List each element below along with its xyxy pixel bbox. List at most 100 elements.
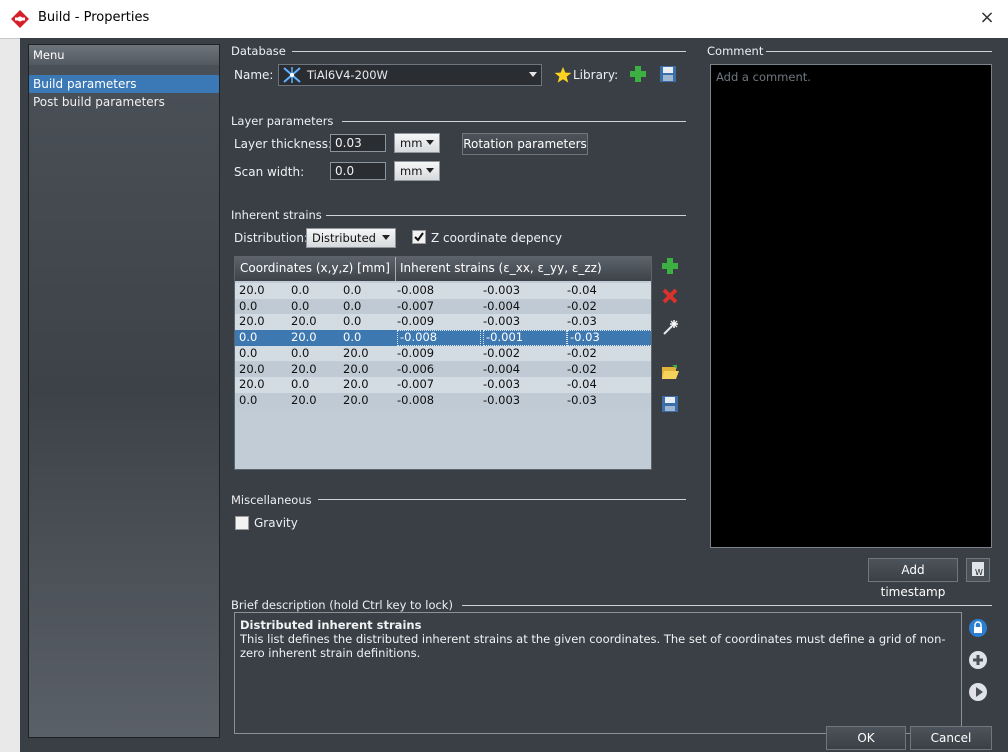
- inherent-strains-table[interactable]: Coordinates (x,y,z) [mm] Inherent strain…: [234, 256, 652, 470]
- cancel-button[interactable]: Cancel: [910, 726, 992, 750]
- strain-cell[interactable]: -0.02: [567, 362, 649, 377]
- ok-button[interactable]: OK: [826, 726, 906, 750]
- coordinate-cell[interactable]: 20.0: [291, 330, 317, 345]
- add-row-button[interactable]: [660, 256, 680, 276]
- rotation-parameters-button[interactable]: Rotation parameters: [462, 133, 588, 155]
- strain-cell[interactable]: -0.03: [567, 393, 649, 408]
- menu-item-build-parameters[interactable]: Build parameters: [29, 75, 219, 93]
- database-divider: [292, 51, 686, 52]
- strain-cell[interactable]: -0.008: [397, 283, 477, 298]
- window-edge: [0, 38, 20, 752]
- coordinate-cell[interactable]: 0.0: [239, 299, 257, 314]
- table-row[interactable]: 20.0 0.0 0.0 -0.008 -0.003 -0.04: [235, 283, 651, 299]
- lock-description-icon[interactable]: [968, 618, 988, 638]
- coordinate-cell[interactable]: 0.0: [291, 283, 309, 298]
- coordinate-cell[interactable]: 0.0: [239, 330, 257, 345]
- coordinate-cell[interactable]: 0.0: [343, 299, 361, 314]
- plus-circle-icon[interactable]: [968, 650, 988, 670]
- coordinate-cell[interactable]: 0.0: [343, 330, 361, 345]
- menu-item-post-build-parameters[interactable]: Post build parameters: [29, 93, 219, 111]
- coordinate-cell[interactable]: 20.0: [239, 377, 265, 392]
- strain-cell[interactable]: -0.003: [483, 393, 563, 408]
- coordinate-cell[interactable]: 20.0: [343, 346, 369, 361]
- coordinate-cell[interactable]: 20.0: [239, 314, 265, 329]
- table-row[interactable]: 20.0 20.0 0.0 -0.009 -0.003 -0.03: [235, 314, 651, 331]
- strain-cell[interactable]: -0.008: [397, 330, 481, 347]
- scan-width-unit: mm: [400, 164, 423, 178]
- checkmark-icon: [414, 232, 424, 242]
- scan-width-label: Scan width:: [234, 165, 305, 179]
- title-bar: Build - Properties ×: [0, 0, 1008, 39]
- windows-user-icon[interactable]: W: [966, 558, 990, 582]
- strain-cell[interactable]: -0.004: [483, 362, 563, 377]
- strain-cell[interactable]: -0.02: [567, 299, 649, 314]
- coordinate-cell[interactable]: 20.0: [343, 393, 369, 408]
- strain-cell[interactable]: -0.001: [483, 330, 567, 347]
- coordinate-cell[interactable]: 20.0: [291, 393, 317, 408]
- z-coordinate-checkbox[interactable]: [412, 230, 426, 244]
- strain-cell[interactable]: -0.009: [397, 314, 477, 329]
- floppy-icon[interactable]: [660, 394, 680, 414]
- table-row[interactable]: 20.0 20.0 20.0 -0.006 -0.004 -0.02: [235, 361, 651, 378]
- strain-cell[interactable]: -0.003: [483, 283, 563, 298]
- strain-cell[interactable]: -0.002: [483, 346, 563, 361]
- coordinate-cell[interactable]: 0.0: [291, 346, 309, 361]
- coordinate-cell[interactable]: 0.0: [239, 346, 257, 361]
- table-row[interactable]: 20.0 0.0 20.0 -0.007 -0.003 -0.04: [235, 377, 651, 393]
- gravity-checkbox[interactable]: [235, 516, 249, 530]
- strain-cell[interactable]: -0.003: [483, 314, 563, 329]
- column-header-strains[interactable]: Inherent strains (ε_xx, ε_yy, ε_zz): [400, 261, 602, 275]
- menu-header: Menu: [29, 45, 219, 65]
- database-section-title: Database: [231, 44, 286, 58]
- coordinate-cell[interactable]: 0.0: [291, 299, 309, 314]
- magic-wand-icon[interactable]: [660, 318, 680, 338]
- description-box: Distributed inherent strains This list d…: [234, 612, 962, 734]
- chevron-down-icon: [529, 72, 537, 77]
- table-row[interactable]: 0.0 20.0 0.0 -0.008 -0.001 -0.03: [235, 330, 651, 347]
- scan-width-input[interactable]: 0.0: [330, 162, 386, 180]
- folder-open-icon[interactable]: [660, 362, 680, 382]
- close-button[interactable]: ×: [975, 7, 999, 28]
- strain-cell[interactable]: -0.007: [397, 299, 477, 314]
- strain-cell[interactable]: -0.03: [567, 314, 649, 329]
- strain-cell[interactable]: -0.003: [483, 377, 563, 392]
- strain-cell[interactable]: -0.02: [567, 346, 649, 361]
- strain-cell[interactable]: -0.03: [567, 330, 651, 347]
- chevron-down-icon: [382, 235, 390, 240]
- distribution-value: Distributed: [312, 231, 376, 245]
- layer-thickness-input[interactable]: 0.03: [330, 134, 386, 152]
- table-row[interactable]: 0.0 0.0 20.0 -0.009 -0.002 -0.02: [235, 345, 651, 362]
- coordinate-cell[interactable]: 20.0: [239, 362, 265, 377]
- add-timestamp-button[interactable]: Add timestamp: [868, 558, 958, 599]
- coordinate-cell[interactable]: 0.0: [239, 393, 257, 408]
- strain-cell[interactable]: -0.008: [397, 393, 477, 408]
- coordinate-cell[interactable]: 20.0: [239, 283, 265, 298]
- strain-cell[interactable]: -0.007: [397, 377, 477, 392]
- coordinate-cell[interactable]: 20.0: [343, 362, 369, 377]
- table-row[interactable]: 0.0 20.0 20.0 -0.008 -0.003 -0.03: [235, 392, 651, 409]
- coordinate-cell[interactable]: 20.0: [291, 362, 317, 377]
- coordinate-cell[interactable]: 20.0: [343, 377, 369, 392]
- strain-cell[interactable]: -0.04: [567, 377, 649, 392]
- add-to-library-button[interactable]: [628, 64, 648, 84]
- delete-row-button[interactable]: [660, 286, 680, 306]
- strain-cell[interactable]: -0.004: [483, 299, 563, 314]
- comment-divider: [766, 51, 992, 52]
- coordinate-cell[interactable]: 20.0: [291, 314, 317, 329]
- strain-cell[interactable]: -0.009: [397, 346, 477, 361]
- coordinate-cell[interactable]: 0.0: [343, 283, 361, 298]
- coordinate-cell[interactable]: 0.0: [291, 377, 309, 392]
- strain-cell[interactable]: -0.006: [397, 362, 477, 377]
- play-circle-icon[interactable]: [968, 682, 988, 702]
- save-to-library-button[interactable]: [658, 64, 678, 84]
- layer-thickness-unit-dropdown[interactable]: mm: [394, 133, 440, 153]
- distribution-dropdown[interactable]: Distributed: [306, 228, 396, 248]
- table-row[interactable]: 0.0 0.0 0.0 -0.007 -0.004 -0.02: [235, 298, 651, 315]
- comment-textarea[interactable]: Add a comment.: [710, 64, 992, 548]
- strain-cell[interactable]: -0.04: [567, 283, 649, 298]
- material-name-dropdown[interactable]: TiAl6V4-200W: [278, 64, 542, 86]
- scan-width-unit-dropdown[interactable]: mm: [394, 161, 440, 181]
- layer-thickness-unit: mm: [400, 136, 423, 150]
- column-header-coordinates[interactable]: Coordinates (x,y,z) [mm]: [240, 261, 390, 275]
- coordinate-cell[interactable]: 0.0: [343, 314, 361, 329]
